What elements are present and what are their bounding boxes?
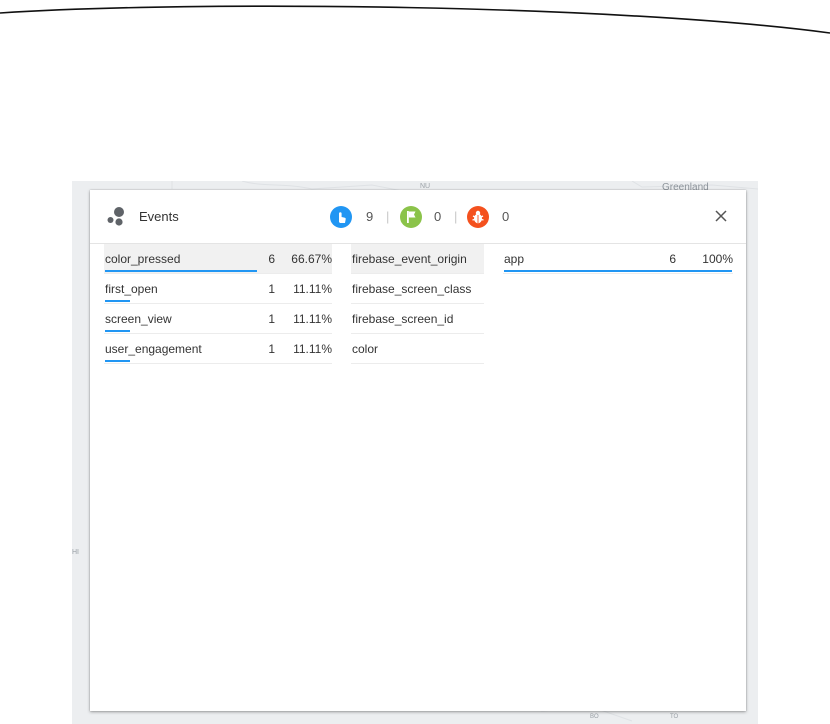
- close-icon[interactable]: [714, 209, 728, 223]
- param-name: firebase_screen_class: [352, 282, 472, 296]
- flag-count: 0: [434, 209, 442, 224]
- stat-separator: |: [454, 209, 458, 224]
- bug-icon: [467, 206, 489, 228]
- event-row[interactable]: user_engagement 1 11.11%: [104, 334, 332, 364]
- event-row[interactable]: color_pressed 6 66.67%: [104, 244, 332, 274]
- event-count: 1: [268, 312, 275, 326]
- events-icon: [107, 207, 124, 226]
- dialog-title: Events: [139, 209, 179, 224]
- param-row[interactable]: color: [351, 334, 484, 364]
- touch-icon: [330, 206, 352, 228]
- event-row[interactable]: first_open 1 11.11%: [104, 274, 332, 304]
- event-row[interactable]: screen_view 1 11.11%: [104, 304, 332, 334]
- event-count: 6: [268, 252, 275, 266]
- param-name: color: [352, 342, 379, 356]
- event-name: screen_view: [105, 312, 172, 326]
- value-count: 6: [669, 252, 676, 266]
- touch-count: 9: [366, 209, 374, 224]
- value-percent: 100%: [702, 252, 733, 266]
- map-label-bo: BO: [590, 714, 599, 720]
- stat-separator: |: [386, 209, 390, 224]
- event-name: color_pressed: [105, 252, 181, 266]
- value-row[interactable]: app 6 100%: [503, 244, 733, 274]
- events-dialog: Events 9 | 0 | 0 color_pressed 6 66.67% …: [90, 190, 746, 711]
- event-count: 1: [268, 342, 275, 356]
- page-edge-curve: [0, 5, 830, 34]
- param-name: firebase_screen_id: [352, 312, 454, 326]
- value-share-bar: [504, 270, 732, 272]
- event-share-bar: [105, 330, 130, 332]
- param-row[interactable]: firebase_event_origin: [351, 244, 484, 274]
- events-list: color_pressed 6 66.67% first_open 1 11.11% scr…: [104, 244, 332, 364]
- map-label-nu: NU: [420, 183, 431, 190]
- param-row[interactable]: firebase_screen_class: [351, 274, 484, 304]
- event-percent: 11.11%: [293, 312, 332, 326]
- event-share-bar: [105, 270, 257, 272]
- event-share-bar: [105, 360, 130, 362]
- event-percent: 66.67%: [291, 252, 332, 266]
- params-list: firebase_event_origin firebase_screen_cla…: [351, 244, 484, 364]
- event-percent: 11.11%: [293, 282, 332, 296]
- values-list: app 6 100%: [503, 244, 733, 274]
- event-count: 1: [268, 282, 275, 296]
- map-label-to: TO: [670, 714, 679, 720]
- dialog-header: Events 9 | 0 | 0: [90, 190, 746, 244]
- flag-icon: [400, 206, 422, 228]
- event-name: user_engagement: [105, 342, 202, 356]
- param-name: firebase_event_origin: [352, 252, 467, 266]
- event-name: first_open: [105, 282, 158, 296]
- event-share-bar: [105, 300, 130, 302]
- value-name: app: [504, 252, 525, 266]
- event-percent: 11.11%: [293, 342, 332, 356]
- bug-count: 0: [502, 209, 510, 224]
- param-row[interactable]: firebase_screen_id: [351, 304, 484, 334]
- map-label-hi: HI: [72, 549, 79, 556]
